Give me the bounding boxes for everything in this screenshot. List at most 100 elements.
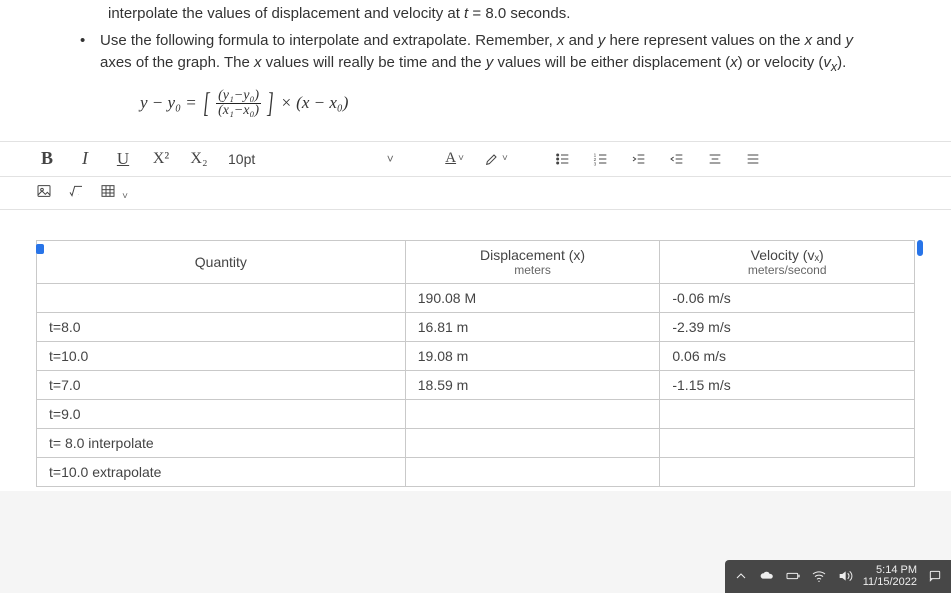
onedrive-icon[interactable] bbox=[759, 568, 775, 584]
battery-icon[interactable] bbox=[785, 568, 801, 584]
table-row[interactable]: t= 8.0 interpolate bbox=[37, 428, 915, 457]
cell-disp[interactable]: 19.08 m bbox=[405, 341, 660, 370]
table-row[interactable]: t=10.019.08 m0.06 m/s bbox=[37, 341, 915, 370]
font-size-select[interactable]: 10pt bbox=[226, 148, 257, 170]
document-body: interpolate the values of displacement a… bbox=[0, 0, 951, 141]
table-row[interactable]: t=9.0 bbox=[37, 399, 915, 428]
outdent-button[interactable] bbox=[666, 148, 688, 170]
subscript-button[interactable]: X₂ bbox=[188, 148, 210, 170]
taskbar-clock[interactable]: 5:14 PM 11/15/2022 bbox=[863, 564, 917, 589]
header-vel-title: Velocity (vₓ) bbox=[751, 247, 824, 263]
bracket-right-icon: ] bbox=[267, 83, 274, 125]
text: ) or velocity ( bbox=[738, 54, 824, 71]
bullet-list-icon bbox=[555, 151, 571, 167]
table-body: 190.08 M-0.06 m/s t=8.016.81 m-2.39 m/s … bbox=[37, 283, 915, 486]
table-button[interactable]: ˅ bbox=[100, 183, 128, 203]
cell-disp[interactable]: 16.81 m bbox=[405, 312, 660, 341]
var-x: x bbox=[805, 32, 813, 49]
italic-button[interactable]: I bbox=[74, 148, 96, 170]
formula-numerator: (y₁−y₀) bbox=[216, 89, 261, 105]
cell-disp[interactable]: 190.08 M bbox=[405, 283, 660, 312]
header-disp-sub: meters bbox=[418, 263, 648, 277]
underline-button[interactable]: U bbox=[112, 148, 134, 170]
header-vel-sub: meters/second bbox=[672, 263, 902, 277]
selection-handle-left[interactable] bbox=[36, 244, 44, 254]
superscript-button[interactable]: X² bbox=[150, 148, 172, 170]
highlighter-icon bbox=[484, 151, 500, 167]
formula: y − y₀ = [ (y₁−y₀) (x₁−x₀) ] × (x − x₀) bbox=[140, 83, 871, 125]
table-row[interactable]: 190.08 M-0.06 m/s bbox=[37, 283, 915, 312]
numbered-list-icon: 123 bbox=[593, 151, 609, 167]
svg-text:3: 3 bbox=[593, 161, 596, 166]
font-dropdown-chevron-icon[interactable]: ˅ bbox=[379, 148, 401, 170]
cell-quantity[interactable]: t=10.0 extrapolate bbox=[37, 457, 406, 486]
doc-line-1: interpolate the values of displacement a… bbox=[108, 3, 871, 26]
equation-button[interactable]: . bbox=[68, 183, 84, 203]
bullet-text: Use the following formula to interpolate… bbox=[100, 30, 871, 131]
highlight-button[interactable]: ˅ bbox=[482, 148, 510, 170]
align-center-button[interactable] bbox=[704, 148, 726, 170]
cell-quantity[interactable]: t= 8.0 interpolate bbox=[37, 428, 406, 457]
cell-quantity[interactable]: t=8.0 bbox=[37, 312, 406, 341]
table-row[interactable]: t=7.018.59 m-1.15 m/s bbox=[37, 370, 915, 399]
table-row[interactable]: t=8.016.81 m-2.39 m/s bbox=[37, 312, 915, 341]
wifi-icon[interactable] bbox=[811, 568, 827, 584]
cell-vel[interactable] bbox=[660, 399, 915, 428]
ordered-list-button[interactable]: 123 bbox=[590, 148, 612, 170]
text: ). bbox=[837, 54, 846, 71]
bullet-icon: • bbox=[80, 30, 90, 131]
doc-bullet-item: • Use the following formula to interpola… bbox=[80, 30, 871, 131]
var-x: x bbox=[730, 54, 738, 71]
selection-handle-right[interactable] bbox=[917, 240, 923, 256]
text-color-label: A bbox=[445, 150, 456, 167]
editor-area[interactable]: Quantity Displacement (x) meters Velocit… bbox=[0, 210, 951, 491]
notifications-icon[interactable] bbox=[927, 568, 943, 584]
bold-button[interactable]: B bbox=[36, 148, 58, 170]
text-color-button[interactable]: A ˅ bbox=[443, 148, 466, 170]
header-velocity[interactable]: Velocity (vₓ) meters/second bbox=[660, 240, 915, 283]
header-displacement[interactable]: Displacement (x) meters bbox=[405, 240, 660, 283]
indent-button[interactable] bbox=[628, 148, 650, 170]
cell-disp[interactable] bbox=[405, 399, 660, 428]
table-icon bbox=[100, 183, 116, 199]
cell-vel[interactable] bbox=[660, 428, 915, 457]
unordered-list-button[interactable] bbox=[552, 148, 574, 170]
text: = 8.0 seconds. bbox=[468, 5, 570, 22]
table-row[interactable]: t=10.0 extrapolate bbox=[37, 457, 915, 486]
cell-quantity[interactable] bbox=[37, 283, 406, 312]
format-toolbar: B I U X² X₂ 10pt ˅ A ˅ ˅ 123 bbox=[0, 141, 951, 177]
text: and bbox=[812, 32, 845, 49]
var-y: y bbox=[845, 32, 853, 49]
cell-disp[interactable] bbox=[405, 457, 660, 486]
formula-rhs: × (x − x₀) bbox=[280, 93, 348, 112]
cell-quantity[interactable]: t=7.0 bbox=[37, 370, 406, 399]
svg-text:.: . bbox=[78, 190, 79, 195]
data-table[interactable]: Quantity Displacement (x) meters Velocit… bbox=[36, 240, 915, 487]
insert-toolbar: . ˅ bbox=[0, 177, 951, 210]
indent-icon bbox=[631, 151, 647, 167]
cell-vel[interactable] bbox=[660, 457, 915, 486]
cell-quantity[interactable]: t=9.0 bbox=[37, 399, 406, 428]
text: here represent values on the bbox=[605, 32, 804, 49]
volume-icon[interactable] bbox=[837, 568, 853, 584]
cell-vel[interactable]: -2.39 m/s bbox=[660, 312, 915, 341]
cell-quantity[interactable]: t=10.0 bbox=[37, 341, 406, 370]
tray-chevron-up-icon[interactable] bbox=[733, 568, 749, 584]
image-button[interactable] bbox=[36, 183, 52, 203]
windows-taskbar: 5:14 PM 11/15/2022 bbox=[725, 560, 951, 593]
align-justify-button[interactable] bbox=[742, 148, 764, 170]
cell-vel[interactable]: 0.06 m/s bbox=[660, 341, 915, 370]
text: values will be either displacement ( bbox=[493, 54, 730, 71]
cell-vel[interactable]: -0.06 m/s bbox=[660, 283, 915, 312]
cell-vel[interactable]: -1.15 m/s bbox=[660, 370, 915, 399]
text: axes of the graph. The bbox=[100, 54, 254, 71]
cell-disp[interactable] bbox=[405, 428, 660, 457]
header-quantity[interactable]: Quantity bbox=[37, 240, 406, 283]
text: values will really be time and the bbox=[262, 54, 486, 71]
taskbar-time: 5:14 PM bbox=[863, 564, 917, 577]
text: Use the following formula to interpolate… bbox=[100, 32, 557, 49]
cell-disp[interactable]: 18.59 m bbox=[405, 370, 660, 399]
formula-lhs: y − y₀ = bbox=[140, 93, 201, 112]
outdent-icon bbox=[669, 151, 685, 167]
table-header-row: Quantity Displacement (x) meters Velocit… bbox=[37, 240, 915, 283]
